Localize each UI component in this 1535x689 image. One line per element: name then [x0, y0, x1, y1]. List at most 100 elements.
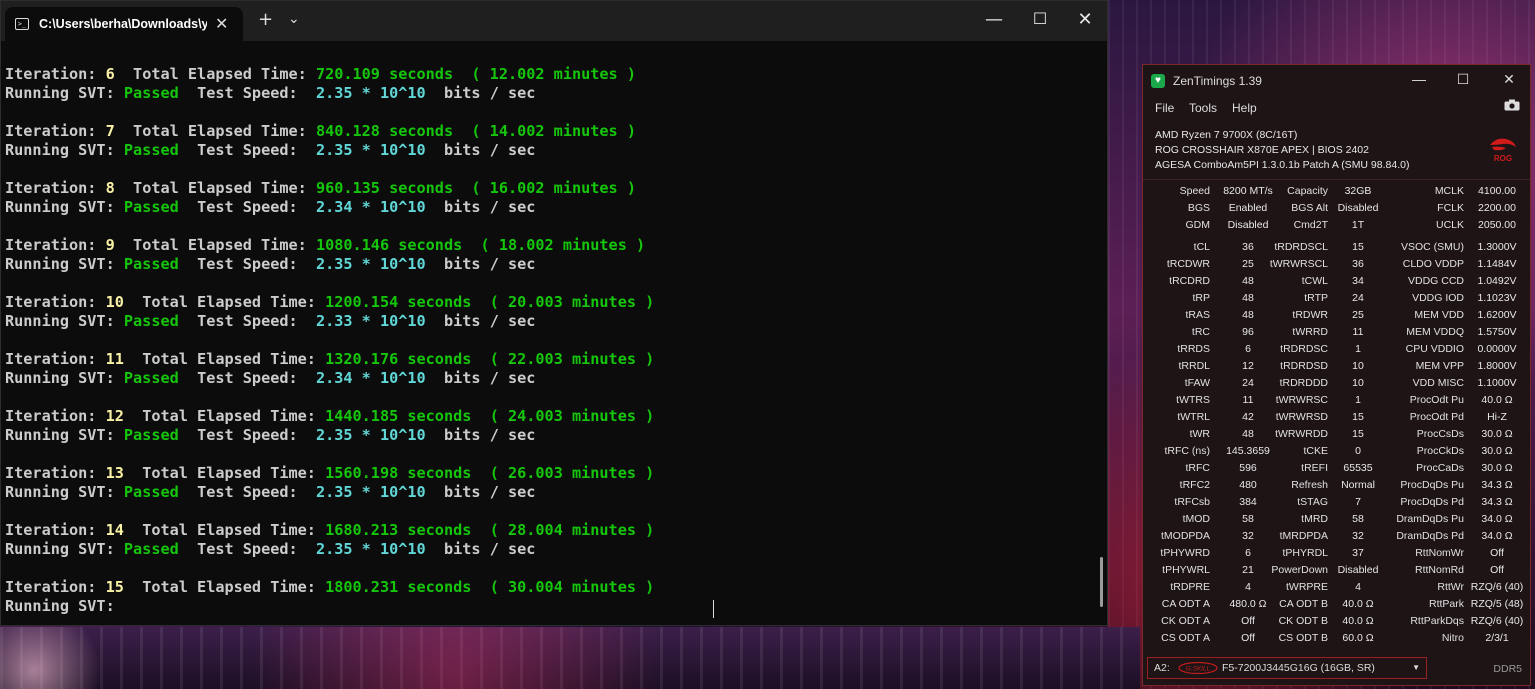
speed-unit: bits / sec — [443, 540, 536, 558]
timing-value: Off — [1241, 615, 1255, 627]
elapsed-seconds: 1200.154 seconds — [325, 293, 472, 311]
elapsed-minutes: ( 16.002 minutes ) — [471, 179, 636, 197]
timing-value: 65535 — [1343, 462, 1373, 474]
chevron-down-icon: ▼ — [1412, 663, 1420, 672]
menu-tools[interactable]: Tools — [1189, 101, 1217, 115]
timing-label: UCLK — [1435, 219, 1464, 231]
iteration-label: Iteration: — [5, 179, 97, 197]
timing-label: tRTP — [1304, 292, 1328, 304]
new-tab-button[interactable]: + — [258, 9, 273, 30]
zen-maximize-button[interactable]: ☐ — [1451, 71, 1475, 88]
timing-value: 12 — [1242, 360, 1254, 372]
close-button[interactable]: ✕ — [1070, 9, 1100, 30]
timing-value: 480 — [1239, 479, 1257, 491]
maximize-button[interactable]: ☐ — [1025, 9, 1055, 28]
timing-value: RZQ/5 (48) — [1470, 598, 1524, 610]
rog-logo-icon: ROG — [1490, 138, 1516, 163]
timing-value: 34.3 Ω — [1481, 496, 1513, 508]
timing-value: 34.0 Ω — [1481, 513, 1513, 525]
timing-label: tRDRDSD — [1280, 360, 1328, 372]
timing-label: RttPark — [1428, 598, 1464, 610]
zen-minimize-button[interactable]: — — [1407, 71, 1431, 87]
timing-label: RttParkDqs — [1410, 615, 1464, 627]
menu-file[interactable]: File — [1155, 101, 1174, 115]
test-speed: 2.34 * 10^10 — [315, 369, 426, 387]
iteration-label: Iteration: — [5, 293, 97, 311]
timing-value: 10 — [1352, 377, 1364, 389]
timing-value: 42 — [1242, 411, 1254, 423]
timing-label: tMOD — [1182, 513, 1210, 525]
test-speed: 2.35 * 10^10 — [315, 426, 426, 444]
timing-label: tRFCsb — [1174, 496, 1210, 508]
timing-row: tRFC2 480 Refresh Normal ProcDqDs Pu 34.3 Ω — [1143, 477, 1532, 494]
tab-title: C:\Users\berha\Downloads\y- — [39, 17, 207, 31]
timing-value: 1.1023V — [1477, 292, 1517, 304]
timing-value: 40.0 Ω — [1342, 598, 1374, 610]
close-tab-icon[interactable]: ✕ — [215, 14, 228, 34]
camera-icon[interactable] — [1504, 99, 1520, 111]
speed-label: Test Speed: — [197, 426, 298, 444]
module-selector[interactable]: A2: G.SKILL F5-7200J3445G16G (16GB, SR) … — [1147, 657, 1427, 679]
elapsed-label: Total Elapsed Time: — [133, 65, 307, 83]
timing-value: 4100.00 — [1478, 185, 1516, 197]
timing-value: 384 — [1239, 496, 1257, 508]
timing-row: tRFC 596 tREFI 65535 ProcCaDs 30.0 Ω — [1143, 460, 1532, 477]
timing-row: CK ODT A Off CK ODT B 40.0 Ω RttParkDqs RZQ/6… — [1143, 613, 1532, 630]
minimize-button[interactable]: — — [979, 9, 1009, 30]
timing-value: 24 — [1242, 377, 1254, 389]
iteration-line: Iteration: 14 Total Elapsed Time: 1680.2… — [5, 521, 1095, 540]
timing-label: tRRDL — [1178, 360, 1210, 372]
timing-value: 34 — [1352, 275, 1364, 287]
elapsed-label: Total Elapsed Time: — [133, 236, 307, 254]
svt-line: Running SVT: Passed Test Speed: 2.35 * 1… — [5, 540, 1095, 559]
terminal-tab[interactable]: >_ C:\Users\berha\Downloads\y- ✕ — [5, 7, 243, 41]
iteration-label: Iteration: — [5, 521, 97, 539]
iteration-line: Iteration: 7 Total Elapsed Time: 840.128… — [5, 122, 1095, 141]
test-speed: 2.34 * 10^10 — [315, 198, 426, 216]
timing-row: BGS Enabled BGS Alt Disabled FCLK 2200.00 — [1143, 200, 1532, 217]
timing-value: 58 — [1352, 513, 1364, 525]
timing-row: tRP 48 tRTP 24 VDDG IOD 1.1023V — [1143, 290, 1532, 307]
timing-value: Off — [1490, 547, 1504, 559]
elapsed-minutes: ( 28.004 minutes ) — [489, 521, 655, 539]
svt-label: Running SVT: — [5, 597, 115, 615]
iteration-number: 7 — [105, 122, 115, 140]
timing-label: Cmd2T — [1293, 219, 1328, 231]
timing-label: tWTRS — [1176, 394, 1210, 406]
elapsed-seconds: 1560.198 seconds — [325, 464, 472, 482]
timing-value: 4 — [1355, 581, 1361, 593]
speed-label: Test Speed: — [197, 540, 298, 558]
timing-value: 1T — [1351, 219, 1365, 231]
timing-label: tPHYRDL — [1282, 547, 1328, 559]
timing-value: 2200.00 — [1478, 202, 1516, 214]
scrollbar[interactable] — [1100, 557, 1103, 607]
menu-help[interactable]: Help — [1232, 101, 1257, 115]
elapsed-minutes: ( 14.002 minutes ) — [471, 122, 636, 140]
timing-value: 32GB — [1344, 185, 1372, 197]
timing-value: 34.3 Ω — [1481, 479, 1513, 491]
svt-label: Running SVT: — [5, 84, 115, 102]
terminal-output[interactable]: Iteration: 6 Total Elapsed Time: 720.109… — [5, 65, 1095, 616]
timing-value: 1 — [1355, 394, 1361, 406]
timing-label: tRFC2 — [1179, 479, 1210, 491]
timing-value: Disabled — [1337, 202, 1379, 214]
timing-label: tPHYWRL — [1162, 564, 1210, 576]
speed-unit: bits / sec — [443, 84, 536, 102]
timing-label: Speed — [1179, 185, 1210, 197]
timing-label: Capacity — [1287, 185, 1328, 197]
timing-value: 32 — [1242, 530, 1254, 542]
timing-label: Refresh — [1291, 479, 1328, 491]
elapsed-label: Total Elapsed Time: — [142, 293, 316, 311]
module-slot: A2: — [1154, 662, 1170, 674]
timing-value: Off — [1490, 564, 1504, 576]
iteration-label: Iteration: — [5, 65, 97, 83]
elapsed-seconds: 1080.146 seconds — [315, 236, 463, 254]
tab-dropdown-button[interactable]: ⌄ — [288, 11, 300, 27]
zen-close-button[interactable]: ✕ — [1497, 71, 1521, 88]
timing-label: CS ODT B — [1278, 632, 1328, 644]
timing-label: CLDO VDDP — [1402, 258, 1464, 270]
timing-row: CA ODT A 480.0 Ω CA ODT B 40.0 Ω RttPark RZQ/… — [1143, 596, 1532, 613]
timing-label: tRCDRD — [1169, 275, 1210, 287]
system-info: AMD Ryzen 7 9700X (8C/16T) ROG CROSSHAIR… — [1155, 128, 1409, 173]
timing-value: 30.0 Ω — [1481, 462, 1513, 474]
